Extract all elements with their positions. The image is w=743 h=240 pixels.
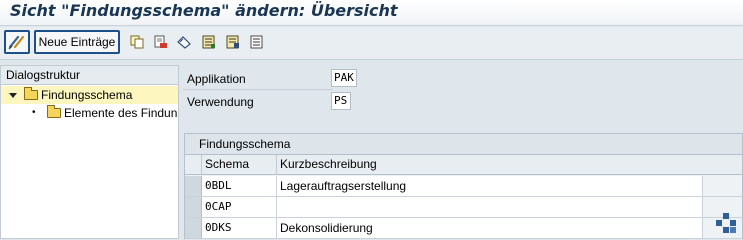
applikation-field: PAK xyxy=(331,69,357,87)
new-entries-button[interactable]: Neue Einträge xyxy=(34,30,120,54)
title-bar: Sicht "Findungsschema" ändern: Übersicht xyxy=(0,0,743,26)
page-title: Sicht "Findungsschema" ändern: Übersicht xyxy=(10,1,398,20)
description-cell[interactable]: Lagerauftragserstellung xyxy=(277,176,703,196)
verwendung-label: Verwendung xyxy=(187,95,254,109)
application-toolbar: Neue Einträge xyxy=(0,27,743,60)
folder-icon xyxy=(47,105,61,118)
schema-cell[interactable]: 0DKS xyxy=(202,218,277,238)
schema-cell[interactable]: 0BDL xyxy=(202,176,277,196)
undo-icon[interactable] xyxy=(177,35,191,49)
table-header: Schema Kurzbeschreibung xyxy=(185,155,742,175)
select-all-icon[interactable] xyxy=(202,35,216,49)
display-change-icon xyxy=(8,35,25,50)
dialog-structure-panel: Dialogstruktur Findungsschema • Elemente… xyxy=(0,65,179,239)
field-divider xyxy=(183,89,333,90)
description-cell[interactable] xyxy=(277,197,703,217)
select-all-header[interactable] xyxy=(185,155,202,174)
schema-cell[interactable]: 0CAP xyxy=(202,197,277,217)
table-title: Findungsschema xyxy=(185,134,742,155)
copy-icon[interactable] xyxy=(130,35,144,49)
table-row[interactable]: 0DKS Dekonsolidierung xyxy=(185,218,742,239)
delete-icon[interactable] xyxy=(154,35,168,49)
table-settings-icon[interactable] xyxy=(714,211,738,235)
dialog-structure-header: Dialogstruktur xyxy=(1,66,178,85)
table-row[interactable]: 0BDL Lagerauftragserstellung xyxy=(185,176,742,197)
findungsschema-table: Findungsschema Schema Kurzbeschreibung 0… xyxy=(184,133,743,239)
table-row[interactable]: 0CAP xyxy=(185,197,742,218)
tree-bullet-icon: • xyxy=(32,107,36,118)
row-selector[interactable] xyxy=(185,176,202,196)
row-selector[interactable] xyxy=(185,218,202,238)
select-block-icon[interactable] xyxy=(226,35,240,49)
display-change-button[interactable] xyxy=(4,30,30,54)
folder-open-icon xyxy=(24,87,38,100)
tree-item-elemente[interactable]: • Elemente des Findun xyxy=(1,104,178,122)
applikation-label: Applikation xyxy=(187,72,246,86)
description-cell[interactable]: Dekonsolidierung xyxy=(277,218,703,238)
tree-item-label: Findungsschema xyxy=(41,88,133,102)
verwendung-field: PS xyxy=(331,92,351,110)
row-selector[interactable] xyxy=(185,197,202,217)
column-header-schema[interactable]: Schema xyxy=(202,155,277,174)
tree-item-findungsschema[interactable]: Findungsschema xyxy=(1,86,178,104)
tree-item-label: Elemente des Findun xyxy=(64,106,178,120)
deselect-all-icon[interactable] xyxy=(250,35,264,49)
expand-triangle-icon[interactable] xyxy=(8,91,18,101)
column-header-kurzbeschreibung[interactable]: Kurzbeschreibung xyxy=(277,155,742,174)
